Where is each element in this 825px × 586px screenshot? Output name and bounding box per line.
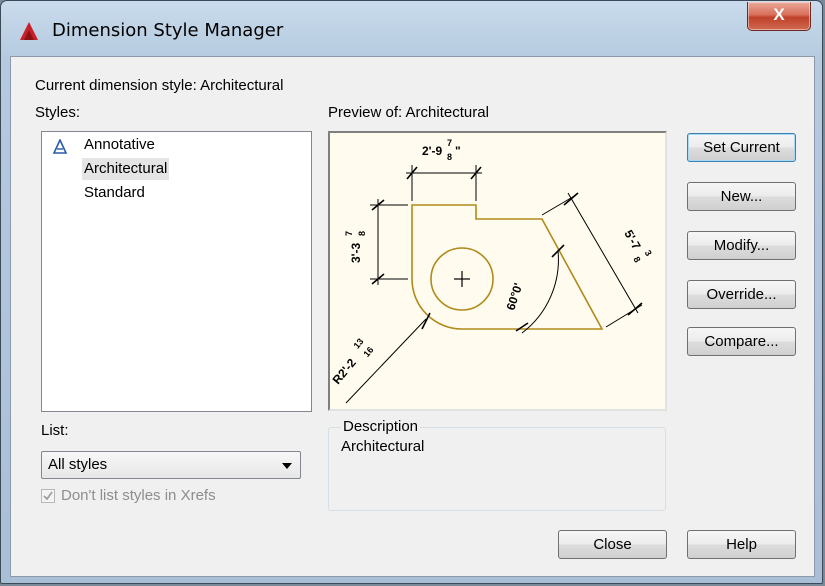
xref-checkbox-label: Don't list styles in Xrefs [61,487,216,504]
dialog-body: Current dimension style: Architectural S… [10,56,815,577]
radius-tick [421,312,431,330]
close-button[interactable]: Close [558,530,667,559]
annotative-icon [52,139,68,154]
compare-button[interactable]: Compare... [687,327,796,356]
list-item[interactable]: Annotative [82,134,157,156]
modify-button[interactable]: Modify... [687,231,796,260]
top-dimension-text: 2'-9 [422,144,443,158]
angle-arc [521,250,559,334]
right-tick-top [563,192,579,206]
list-filter-dropdown[interactable]: All styles [41,451,301,479]
preview-drawing: 2'-9 7 8 " 3'-3 7 8 5'-7 3 8 60°0' R2'-2… [330,138,654,404]
list-filter-value: All styles [48,456,108,473]
title-bar[interactable]: Dimension Style Manager X [1,1,822,57]
description-label: Description [341,418,421,435]
current-style-label: Current dimension style: Architectural [35,77,284,94]
styles-listbox[interactable]: Annotative Architectural Standard [41,131,312,412]
override-button[interactable]: Override... [687,280,796,309]
left-frac-den: 8 [357,231,367,236]
list-item[interactable]: Standard [82,182,147,204]
dimension-style-manager-window: Dimension Style Manager X Current dimens… [0,0,823,584]
angle-dimension-text: 60°0' [504,281,526,312]
top-suffix: " [455,144,461,158]
right-dimension-text: 5'-7 [621,228,643,253]
set-current-button[interactable]: Set Current [687,133,796,162]
radius-frac-den: 16 [361,345,375,359]
list-label: List: [41,422,69,439]
left-frac-num: 7 [344,231,354,236]
part-outline [411,204,604,330]
right-tick-bottom [627,302,643,316]
xref-checkbox[interactable] [41,489,55,503]
description-group: Description Architectural [328,418,666,511]
right-dim-line [567,192,639,314]
top-frac-num: 7 [447,138,452,148]
right-frac-num: 3 [643,248,654,257]
list-item[interactable]: Architectural [82,158,170,180]
radius-dimension-text: R2'-2 [330,356,359,387]
top-frac-den: 8 [447,152,452,162]
chevron-down-icon [282,463,292,469]
description-text: Architectural [341,438,425,455]
right-frac-den: 8 [631,255,642,264]
help-button[interactable]: Help [687,530,796,559]
window-title: Dimension Style Manager [52,20,284,41]
radius-frac-num: 13 [351,336,365,350]
left-dimension-text: 3'-3 [349,242,363,263]
styles-label: Styles: [35,104,81,121]
close-window-button[interactable]: X [747,2,811,31]
dimension-preview: 2'-9 7 8 " 3'-3 7 8 5'-7 3 8 60°0' R2'-2… [328,131,667,411]
autocad-app-icon [20,22,38,40]
radius-leader [345,318,427,404]
checkmark-icon [43,491,53,501]
preview-label: Preview of: Architectural [328,104,489,121]
new-button[interactable]: New... [687,182,796,211]
